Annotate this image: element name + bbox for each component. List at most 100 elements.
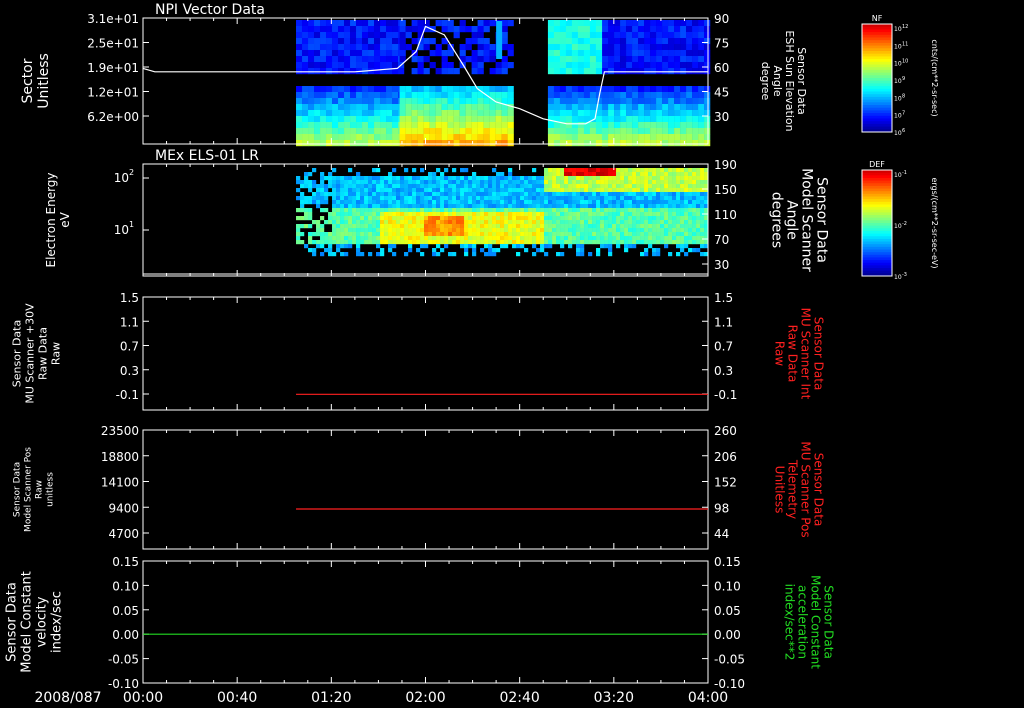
npi-cell xyxy=(380,128,387,135)
npi-cell xyxy=(495,128,502,135)
els-cell xyxy=(588,252,593,257)
els-cell xyxy=(604,220,609,225)
els-cell xyxy=(356,252,361,257)
els-cell xyxy=(428,180,433,185)
npi-cell xyxy=(608,26,615,33)
els-cell xyxy=(376,216,381,221)
els-colorbar xyxy=(861,169,893,277)
els-cell xyxy=(560,184,565,189)
els-cell xyxy=(472,244,477,249)
npi-cell xyxy=(350,32,357,39)
npi-cell xyxy=(698,110,705,117)
els-cell xyxy=(508,236,513,241)
els-cell xyxy=(432,184,437,189)
els-cell xyxy=(576,168,581,173)
npi-cell xyxy=(583,20,591,27)
els-cell xyxy=(580,220,585,225)
npi-cell xyxy=(614,86,621,93)
npi-cell xyxy=(429,122,436,129)
npi-cell xyxy=(374,140,381,147)
els-cell xyxy=(300,216,305,221)
els-cell xyxy=(624,172,629,177)
els-cell xyxy=(628,204,633,209)
els-cell xyxy=(408,184,413,189)
els-cell xyxy=(320,176,325,181)
els-cell xyxy=(700,180,705,185)
els-cell xyxy=(524,184,529,189)
els-cell xyxy=(336,212,341,217)
npi-cell xyxy=(644,32,651,39)
npi-cell xyxy=(638,62,645,69)
els-cell xyxy=(624,228,629,233)
npi-cell xyxy=(614,26,621,33)
npi-cell xyxy=(350,110,357,117)
els-cell xyxy=(416,228,421,233)
els-cell xyxy=(612,208,617,213)
els-cell xyxy=(560,220,565,225)
els-cell xyxy=(388,236,393,241)
els-cell xyxy=(560,208,565,213)
els-cell xyxy=(416,224,421,229)
els-cell xyxy=(556,204,561,209)
els-cell xyxy=(528,224,533,229)
npi-cell xyxy=(308,44,315,51)
npi-cell xyxy=(320,116,327,123)
els-cell xyxy=(540,188,545,193)
els-cell xyxy=(624,196,629,201)
els-cell xyxy=(444,212,449,217)
els-cell xyxy=(644,180,649,185)
els-cell xyxy=(488,220,493,225)
y-axis-label-line: Raw xyxy=(773,341,787,366)
els-cell xyxy=(364,196,369,201)
els-cell xyxy=(616,212,621,217)
npi-cell xyxy=(314,104,321,111)
npi-cell xyxy=(399,86,406,93)
els-cell xyxy=(496,212,501,217)
els-cell xyxy=(548,240,553,245)
els-cell xyxy=(468,232,473,237)
els-cell xyxy=(680,172,685,177)
els-cell xyxy=(688,216,693,221)
els-cell xyxy=(320,252,325,257)
els-cell xyxy=(516,236,521,241)
npi-cell xyxy=(447,122,454,129)
els-cell xyxy=(580,208,585,213)
els-cell xyxy=(604,192,609,197)
y-tick-label-right: 60 xyxy=(714,61,729,75)
npi-cell xyxy=(483,26,490,33)
y-tick-label-left: 1.5 xyxy=(120,291,139,305)
npi-cell xyxy=(577,104,585,111)
els-cell xyxy=(596,228,601,233)
els-cell xyxy=(660,216,665,221)
els-cell xyxy=(408,220,413,225)
npi-cell xyxy=(356,62,363,69)
npi-cell xyxy=(686,50,693,57)
npi-cell xyxy=(380,92,387,99)
npi-cell xyxy=(632,86,639,93)
els-cell xyxy=(528,220,533,225)
els-cell xyxy=(516,176,521,181)
npi-cell xyxy=(674,140,681,147)
els-cell xyxy=(496,188,501,193)
npi-cell xyxy=(459,50,466,57)
npi-cell xyxy=(471,62,478,69)
els-cell xyxy=(640,188,645,193)
y-tick-label-right: 0.05 xyxy=(714,604,741,618)
els-cell xyxy=(560,236,565,241)
els-cell xyxy=(540,180,545,185)
npi-cell xyxy=(507,122,514,129)
npi-cell xyxy=(680,68,687,75)
npi-cell xyxy=(608,32,615,39)
els-cell xyxy=(604,184,609,189)
els-cell xyxy=(448,180,453,185)
els-cell xyxy=(628,228,633,233)
els-cell xyxy=(592,204,597,209)
npi-cell xyxy=(559,98,567,105)
els-cell xyxy=(656,196,661,201)
els-cell xyxy=(368,196,373,201)
els-cell xyxy=(400,188,405,193)
npi-cell xyxy=(692,134,699,141)
npi-cell xyxy=(435,128,442,135)
els-cell xyxy=(672,196,677,201)
els-cell xyxy=(412,180,417,185)
